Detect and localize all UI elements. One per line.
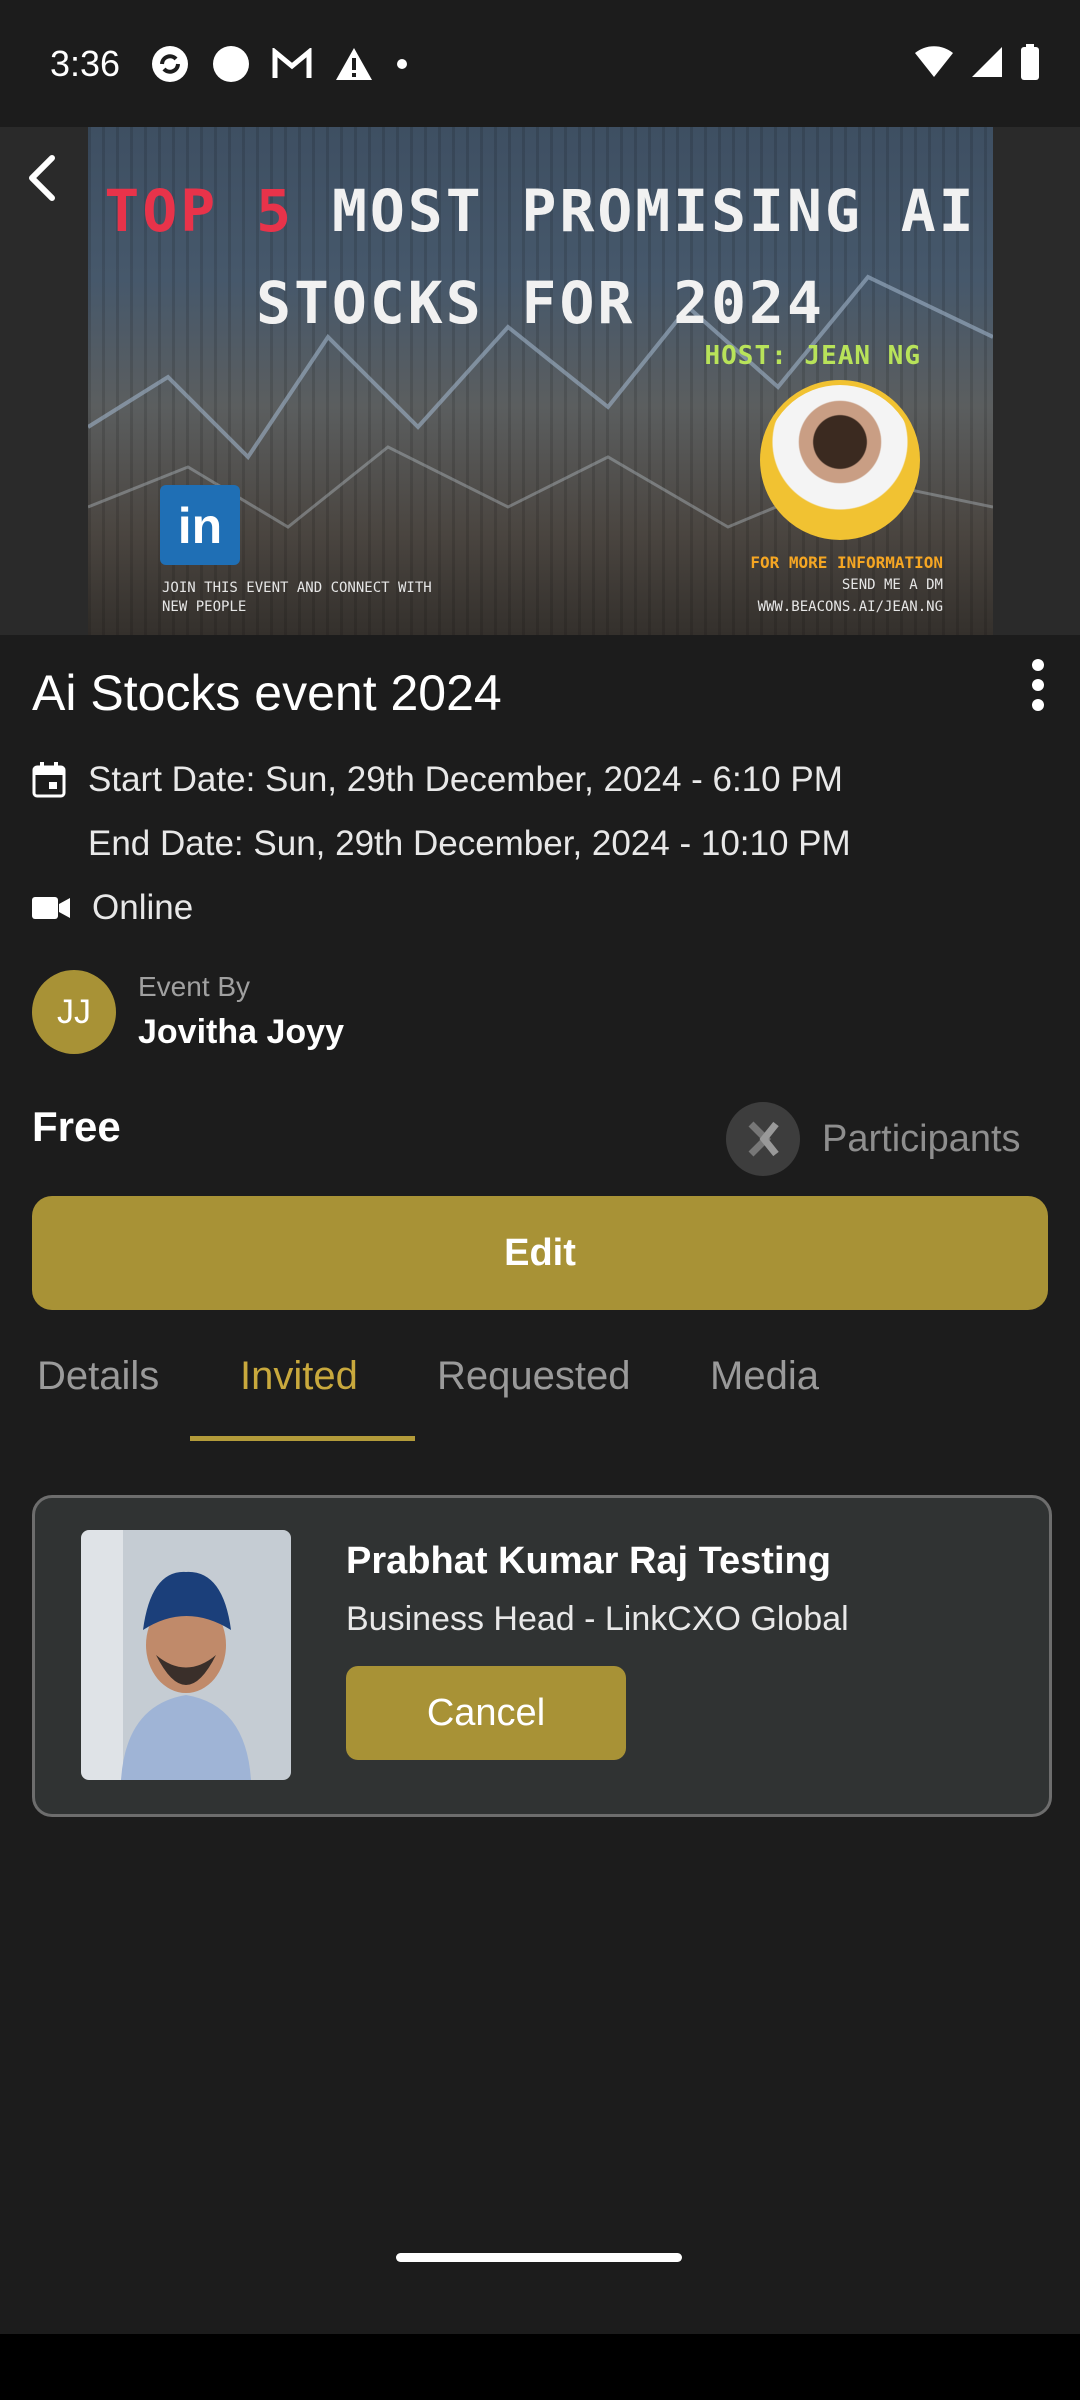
- participants-button[interactable]: Participants: [726, 1102, 1021, 1176]
- banner-title: TOP 5 MOST PROMISING AI STOCKS FOR 2024: [88, 165, 993, 349]
- tab-requested[interactable]: Requested: [437, 1354, 630, 1399]
- banner-join-line1: JOIN THIS EVENT AND CONNECT WITH: [162, 580, 432, 596]
- tab-invited[interactable]: Invited: [240, 1354, 358, 1399]
- video-camera-icon: [32, 897, 70, 919]
- invited-card: Prabhat Kumar Raj Testing Business Head …: [32, 1495, 1052, 1817]
- organizer-name[interactable]: Jovitha Joyy: [138, 1013, 344, 1052]
- banner-more-info-title: FOR MORE INFORMATION: [750, 553, 943, 572]
- gmail-icon: [272, 47, 312, 78]
- gesture-handle[interactable]: [396, 2253, 682, 2262]
- notification-icons: [150, 44, 408, 84]
- battery-icon: [1021, 44, 1039, 80]
- participant-avatar: [726, 1102, 800, 1176]
- banner-join-text: JOIN THIS EVENT AND CONNECT WITH NEW PEO…: [162, 579, 432, 617]
- status-bar: 3:36: [0, 0, 1080, 127]
- banner-send-dm: SEND ME A DM: [841, 577, 943, 593]
- dot-icon: [397, 58, 408, 69]
- tab-details[interactable]: Details: [37, 1354, 159, 1399]
- invitee-name[interactable]: Prabhat Kumar Raj Testing: [346, 1540, 831, 1583]
- banner-host: HOST: JEAN NG: [704, 341, 921, 371]
- event-title: Ai Stocks event 2024: [32, 665, 502, 721]
- signal-icon: [972, 47, 1002, 77]
- active-tab-indicator: [190, 1436, 415, 1441]
- event-price: Free: [32, 1103, 121, 1150]
- banner-website: WWW.BEACONS.AI/JEAN.NG: [757, 599, 943, 615]
- invitee-role: Business Head - LinkCXO Global: [346, 1600, 849, 1638]
- start-date: Start Date: Sun, 29th December, 2024 - 6…: [88, 760, 843, 799]
- status-time: 3:36: [50, 42, 121, 84]
- tab-bar: Details Invited Requested Media: [0, 1324, 1080, 1440]
- organizer-avatar[interactable]: JJ: [32, 970, 116, 1054]
- system-icons: [914, 44, 1040, 80]
- event-banner: TOP 5 MOST PROMISING AI STOCKS FOR 2024 …: [0, 127, 1080, 635]
- linkedin-icon: in: [160, 485, 240, 565]
- banner-more-info: FOR MORE INFORMATION SEND ME A DM WWW.BE…: [750, 552, 943, 618]
- end-date: End Date: Sun, 29th December, 2024 - 10:…: [88, 824, 851, 863]
- cancel-invite-button[interactable]: Cancel: [346, 1666, 626, 1760]
- event-by-label: Event By: [138, 971, 251, 1002]
- banner-image: TOP 5 MOST PROMISING AI STOCKS FOR 2024 …: [88, 127, 993, 635]
- invitee-photo: [81, 1530, 291, 1780]
- location: Online: [92, 888, 194, 927]
- sync-icon: [152, 45, 189, 82]
- banner-title-line1: MOST PROMISING AI: [331, 177, 977, 245]
- start-date-row: Start Date: Sun, 29th December, 2024 - 6…: [32, 760, 843, 800]
- more-options-icon[interactable]: [1018, 657, 1058, 713]
- nav-bar: [0, 2334, 1080, 2400]
- circle-icon: [213, 45, 250, 82]
- back-icon[interactable]: [14, 148, 74, 208]
- banner-title-line2: STOCKS FOR 2024: [256, 269, 825, 337]
- warning-icon: [336, 47, 373, 80]
- wifi-icon: [915, 46, 953, 77]
- location-row: Online: [32, 888, 193, 928]
- banner-join-line2: NEW PEOPLE: [162, 599, 247, 615]
- host-photo: [760, 380, 920, 540]
- participants-label: Participants: [822, 1117, 1021, 1160]
- banner-title-highlight: TOP 5: [104, 177, 295, 245]
- tab-media[interactable]: Media: [710, 1354, 819, 1399]
- calendar-icon: [32, 762, 66, 798]
- end-date-row: End Date: Sun, 29th December, 2024 - 10:…: [88, 824, 851, 864]
- edit-button[interactable]: Edit: [32, 1196, 1048, 1310]
